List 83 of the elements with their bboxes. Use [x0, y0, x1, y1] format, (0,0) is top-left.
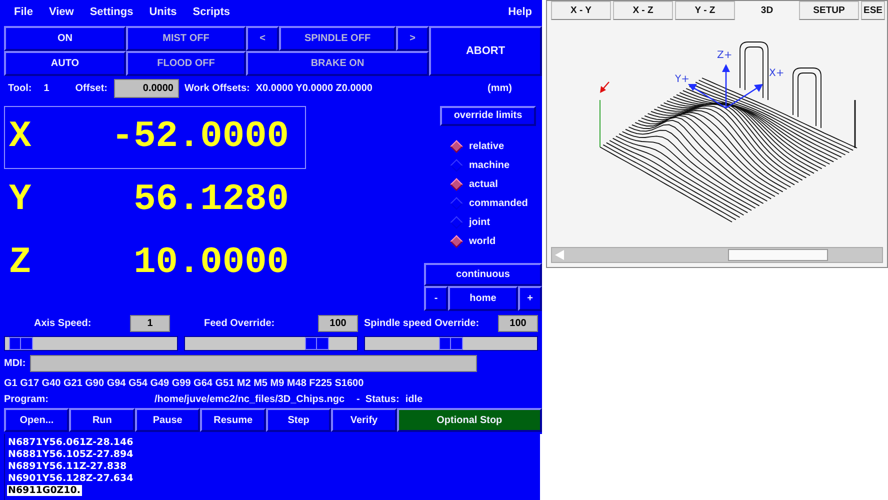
axis-readout[interactable]: Z 10.0000	[4, 232, 306, 295]
program-button[interactable]: Verify	[331, 408, 397, 432]
tool-label: Tool:	[8, 82, 32, 94]
axis-letter: Z	[8, 242, 32, 284]
origin-arrow	[600, 82, 610, 93]
radio-icon[interactable]	[450, 216, 463, 230]
jog-mode-button[interactable]: continuous	[424, 262, 542, 286]
home-button[interactable]: home	[448, 286, 518, 311]
slider-track[interactable]	[4, 336, 178, 351]
view-tab[interactable]: Y - Z	[675, 1, 735, 20]
program-button[interactable]: Pause	[134, 408, 200, 432]
active-codes: G1 G17 G40 G21 G90 G94 G54 G49 G99 G64 G51 M2 M5 M9 M48 F225 S1600	[4, 376, 365, 391]
code-line: N6881Y56.105Z-27.894	[7, 449, 134, 460]
override-limits-button[interactable]: override limits	[440, 106, 536, 126]
radio-label[interactable]: machine	[469, 160, 510, 172]
slider-thumb[interactable]	[9, 336, 34, 350]
radio-icon[interactable]	[450, 140, 463, 154]
status-label: - Status:	[356, 394, 400, 406]
menu-item[interactable]: View	[48, 6, 74, 18]
axis-value: 10.0000	[132, 242, 289, 284]
mode-button[interactable]: AUTO	[4, 50, 126, 76]
abort-button[interactable]: ABORT	[429, 26, 542, 76]
menu-item[interactable]: Scripts	[192, 6, 230, 18]
status-value: idle	[405, 394, 423, 406]
radio-icon[interactable]	[450, 236, 463, 248]
axis-readout[interactable]: X -52.0000	[4, 106, 306, 169]
mdi-field[interactable]	[30, 354, 477, 372]
work-offsets-label: Work Offsets:	[184, 82, 250, 94]
speed-label: Feed Override:	[204, 318, 275, 329]
code-line: N6901Y56.128Z-27.634	[7, 473, 134, 484]
slider-track[interactable]	[364, 336, 538, 351]
radio-label[interactable]: relative	[469, 141, 504, 152]
offset-field[interactable]: 0.0000	[114, 78, 178, 98]
code-line: N6891Y56.11Z-27.838	[7, 461, 128, 472]
menu-item[interactable]: Units	[149, 6, 177, 18]
axis-label: Z+	[717, 50, 732, 61]
axis-letter: X	[8, 116, 32, 158]
jog-plus-button[interactable]: +	[518, 286, 542, 311]
program-button[interactable]: Step	[266, 408, 332, 432]
work-offsets-value: X0.0000 Y0.0000 Z0.0000	[256, 82, 372, 94]
radio-label[interactable]: world	[469, 236, 496, 248]
horizontal-scrollbar[interactable]	[551, 247, 883, 263]
slider-thumb[interactable]	[439, 336, 463, 350]
jog-minus-button[interactable]: -	[424, 286, 448, 311]
radio-label[interactable]: actual	[469, 179, 498, 190]
view-tab[interactable]: ESE	[861, 1, 885, 20]
axis-readout[interactable]: Y 56.1280	[4, 168, 306, 232]
offset-label: Offset:	[75, 82, 108, 94]
radio-icon[interactable]	[450, 178, 463, 192]
menu-item[interactable]: Help	[508, 6, 532, 18]
slider-track[interactable]	[184, 336, 358, 351]
speed-field[interactable]: 100	[318, 314, 358, 332]
radio-icon[interactable]	[450, 198, 463, 210]
program-button[interactable]: Run	[69, 408, 135, 432]
speed-field[interactable]: 1	[130, 314, 170, 332]
axis-letter: Y	[8, 179, 32, 222]
speed-field[interactable]: 100	[498, 314, 538, 332]
radio-icon[interactable]	[450, 160, 463, 172]
axis-label: Y+	[675, 74, 690, 85]
program-label: Program:	[4, 394, 48, 406]
code-line: N6871Y56.061Z-28.146	[7, 437, 134, 448]
mode-button[interactable]: ON	[4, 26, 126, 51]
axis-value: 56.1280	[132, 179, 289, 222]
speed-label: Axis Speed:	[34, 318, 92, 329]
menu-item[interactable]: Settings	[90, 6, 134, 18]
axis-label: X+	[769, 68, 784, 79]
program-button[interactable]: Optional Stop	[396, 408, 542, 432]
speed-label: Spindle speed Override:	[364, 318, 480, 329]
axis-value: -52.0000	[110, 116, 289, 158]
mdi-label: MDI:	[4, 358, 26, 369]
program-button[interactable]: Resume	[200, 408, 266, 432]
program-path: /home/juve/emc2/nc_files/3D_Chips.ngc	[154, 394, 345, 406]
view-tab[interactable]: SETUP	[799, 1, 859, 20]
view-tab[interactable]: X - Z	[613, 1, 673, 20]
units-label: (mm)	[488, 82, 512, 94]
radio-label[interactable]: joint	[469, 217, 490, 228]
menu-item[interactable]: File	[14, 6, 33, 18]
program-button[interactable]: Open...	[4, 408, 70, 432]
view-tab[interactable]: X - Y	[551, 1, 611, 20]
scrollbar-thumb[interactable]	[728, 249, 828, 261]
slider-thumb[interactable]	[304, 336, 329, 350]
tool-number: 1	[44, 82, 50, 94]
radio-label[interactable]: commanded	[469, 198, 528, 210]
